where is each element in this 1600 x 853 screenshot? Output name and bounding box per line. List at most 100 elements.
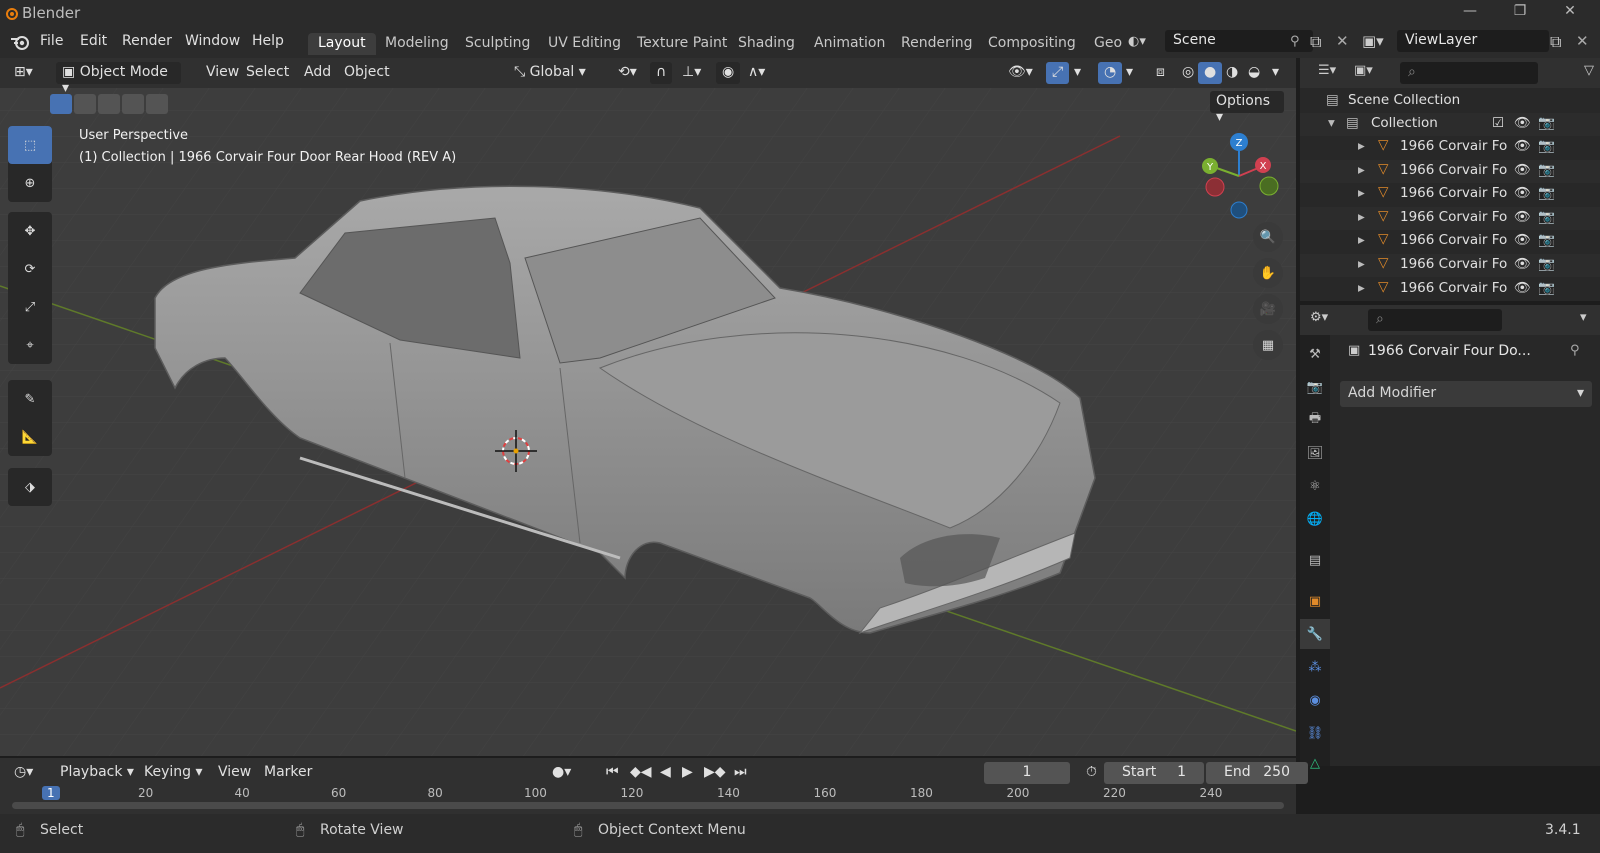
shading-rendered-icon[interactable]: ◒ [1242, 62, 1266, 84]
proportional-edit-icon[interactable]: ◉ [716, 62, 741, 84]
shading-dropdown-icon[interactable]: ▾ [1266, 62, 1285, 84]
constraints-tab-icon[interactable]: ⛓ [1300, 718, 1330, 748]
visibility-eye-icon[interactable]: 👁 [1514, 138, 1531, 154]
select-extend-icon[interactable] [74, 94, 96, 114]
editor-type-icon[interactable]: ⊞▾ [8, 62, 39, 84]
outliner-object-row[interactable]: ▸ ▽ 1966 Corvair Fo 👁 📷 [1300, 206, 1600, 230]
outliner-object-row[interactable]: ▸ ▽ 1966 Corvair Fo 👁 📷 [1300, 278, 1600, 301]
visibility-eye-icon[interactable]: 👁 [1514, 115, 1531, 131]
select-new-icon[interactable] [50, 94, 72, 114]
select-invert-icon[interactable] [122, 94, 144, 114]
pin-properties-icon[interactable]: ⚲ [1570, 343, 1580, 358]
menu-file[interactable]: File [40, 33, 63, 49]
render-camera-icon[interactable]: 📷 [1538, 232, 1555, 248]
visibility-eye-icon[interactable]: 👁 [1514, 209, 1531, 225]
view-layer-tab-icon[interactable]: 🖼 [1300, 438, 1330, 468]
pin-icon[interactable]: ⚲ [1290, 34, 1300, 49]
tab-modeling[interactable]: Modeling [375, 33, 459, 55]
viewport-menu-select[interactable]: Select [240, 62, 295, 84]
scale-tool-icon[interactable]: ⤢ [8, 288, 52, 326]
delete-view-layer-icon[interactable]: ✕ [1576, 32, 1589, 50]
navigation-gizmo[interactable]: Z X Y [1195, 130, 1285, 220]
expand-arrow-icon[interactable]: ▸ [1358, 280, 1365, 296]
menu-edit[interactable]: Edit [80, 33, 107, 49]
outliner-object-row[interactable]: ▸ ▽ 1966 Corvair Fo 👁 📷 [1300, 254, 1600, 277]
overlay-toggle-icon[interactable]: ◔ [1098, 62, 1123, 84]
viewport-menu-object[interactable]: Object [338, 62, 396, 84]
menu-render[interactable]: Render [122, 33, 172, 49]
move-tool-icon[interactable]: ✥ [8, 212, 52, 250]
properties-options-icon[interactable]: ▾ [1580, 310, 1587, 325]
visibility-eye-icon[interactable]: 👁 [1514, 232, 1531, 248]
maximize-button[interactable]: ❐ [1500, 3, 1540, 23]
perspective-toggle-icon[interactable]: ▦ [1253, 330, 1283, 360]
render-camera-icon[interactable]: 📷 [1538, 115, 1555, 131]
options-dropdown[interactable]: Options ▾ [1210, 91, 1284, 125]
gizmo-dropdown-icon[interactable]: ▾ [1068, 62, 1087, 84]
filter-icon[interactable]: ▽ [1584, 63, 1594, 78]
snap-target-icon[interactable]: ⊥▾ [676, 62, 707, 84]
outliner-editor-type-icon[interactable]: ☰▾ [1318, 63, 1336, 78]
add-cube-tool-icon[interactable]: ⬗ [8, 468, 52, 506]
expand-arrow-icon[interactable]: ▸ [1358, 209, 1365, 225]
tab-compositing[interactable]: Compositing [978, 33, 1086, 55]
new-view-layer-icon[interactable]: ⧉ [1550, 32, 1561, 52]
visibility-icon[interactable]: 👁▾ [1002, 62, 1039, 84]
snap-icon[interactable]: ∩ [650, 62, 673, 84]
expand-arrow-icon[interactable]: ▸ [1358, 138, 1365, 154]
visibility-eye-icon[interactable]: 👁 [1514, 280, 1531, 296]
view-layer-icon[interactable]: ▣▾ [1362, 32, 1384, 50]
scene-tab-icon[interactable]: ⚛ [1300, 471, 1330, 501]
particles-tab-icon[interactable]: ⁂ [1300, 652, 1330, 682]
select-box-tool-icon[interactable]: ⬚ [8, 126, 52, 164]
display-mode-icon[interactable]: ▣▾ [1354, 63, 1373, 78]
add-modifier-dropdown[interactable]: Add Modifier ▾ [1340, 381, 1592, 407]
camera-view-icon[interactable]: 🎥 [1253, 294, 1283, 324]
current-frame-marker[interactable]: 1 [42, 786, 60, 800]
pivot-point-icon[interactable]: ⟲▾ [612, 62, 643, 84]
viewport-menu-view[interactable]: View [200, 62, 245, 84]
shading-wireframe-icon[interactable]: ◎ [1176, 62, 1200, 84]
visibility-eye-icon[interactable]: 👁 [1514, 256, 1531, 272]
output-tab-icon[interactable]: 🖶 [1300, 405, 1330, 435]
gizmo-toggle-icon[interactable]: ⤢ [1046, 62, 1070, 84]
render-camera-icon[interactable]: 📷 [1538, 185, 1555, 201]
menu-help[interactable]: Help [252, 33, 284, 49]
physics-tab-icon[interactable]: ◉ [1300, 685, 1330, 715]
scene-selector-icon[interactable]: ◐▾ [1128, 34, 1158, 54]
tool-tab-icon[interactable]: ⚒ [1300, 339, 1330, 369]
zoom-icon[interactable]: 🔍 [1253, 222, 1283, 252]
outliner-object-row[interactable]: ▸ ▽ 1966 Corvair Fo 👁 📷 [1300, 159, 1600, 183]
pan-hand-icon[interactable]: ✋ [1253, 258, 1283, 288]
render-camera-icon[interactable]: 📷 [1538, 280, 1555, 296]
render-camera-icon[interactable]: 📷 [1538, 162, 1555, 178]
menu-window[interactable]: Window [185, 33, 240, 49]
transform-tool-icon[interactable]: ⌖ [8, 326, 52, 364]
rotate-tool-icon[interactable]: ⟳ [8, 250, 52, 288]
scene-collection-row[interactable]: ▤ Scene Collection [1300, 90, 1600, 113]
properties-editor-type-icon[interactable]: ⚙▾ [1310, 310, 1328, 325]
outliner-object-row[interactable]: ▸ ▽ 1966 Corvair Fo 👁 📷 [1300, 183, 1600, 206]
close-button[interactable]: ✕ [1550, 3, 1590, 23]
tab-shading[interactable]: Shading [728, 33, 805, 55]
measure-tool-icon[interactable]: 📐 [8, 418, 52, 456]
new-scene-icon[interactable]: ⧉ [1310, 32, 1321, 52]
shading-material-icon[interactable]: ◑ [1220, 62, 1244, 84]
xray-toggle-icon[interactable]: ⧈ [1150, 62, 1171, 84]
annotate-tool-icon[interactable]: ✎ [8, 380, 52, 418]
delete-scene-icon[interactable]: ✕ [1336, 32, 1349, 50]
render-camera-icon[interactable]: 📷 [1538, 138, 1555, 154]
select-subtract-icon[interactable] [98, 94, 120, 114]
select-intersect-icon[interactable] [146, 94, 168, 114]
tab-animation[interactable]: Animation [804, 33, 895, 55]
modifier-tab-icon[interactable]: 🔧 [1300, 619, 1330, 649]
object-tab-icon[interactable]: ▣ [1300, 586, 1330, 616]
expand-arrow-icon[interactable]: ▸ [1358, 232, 1365, 248]
falloff-icon[interactable]: ∧▾ [742, 62, 771, 84]
tab-uv-editing[interactable]: UV Editing [538, 33, 631, 55]
cursor-tool-icon[interactable]: ⊕ [8, 164, 52, 202]
tab-layout[interactable]: Layout [308, 33, 376, 55]
collection-row[interactable]: ▾ ▤ Collection ☑ 👁 📷 [1300, 113, 1600, 136]
visibility-eye-icon[interactable]: 👁 [1514, 185, 1531, 201]
mode-dropdown[interactable]: ▣ Object Mode ▾ [56, 62, 181, 96]
